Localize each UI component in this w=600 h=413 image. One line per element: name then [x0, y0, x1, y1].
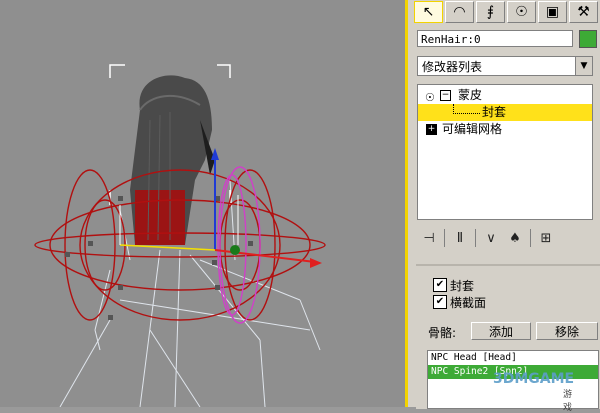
object-color-swatch[interactable] — [579, 30, 597, 48]
toolbar-separator — [475, 229, 476, 247]
cursor-arrow-icon: ↖ — [422, 4, 435, 20]
display-monitor-icon: ▣ — [545, 4, 560, 20]
motion-wheel-icon: ☉ — [515, 4, 528, 20]
bones-label: 骨骼: — [428, 326, 457, 340]
command-panel: ↖ ◠ ⨎ ☉ ▣ ⚒ RenHair:0 修改器列表 ▼ ☉ − 蒙皮 封套 … — [408, 0, 600, 409]
cross-section-checkbox[interactable]: ✔ — [433, 295, 447, 309]
tab-motion[interactable]: ☉ — [507, 1, 536, 23]
tab-utilities[interactable]: ⚒ — [569, 1, 598, 23]
skeleton-bones — [59, 179, 321, 407]
watermark-text: 3DMGAME — [493, 371, 575, 387]
tree-connector — [453, 104, 480, 114]
cross-section-checkbox-label: 横截面 — [450, 296, 487, 310]
watermark-logo: 3DMGAME 游戏 — [493, 371, 575, 413]
tab-hierarchy[interactable]: ⨎ — [476, 1, 505, 23]
tab-modify[interactable]: ◠ — [445, 1, 474, 23]
configure-sets-icon: ⊞ — [540, 230, 552, 246]
stack-item-label: 封套 — [482, 105, 507, 119]
stack-item-editable-mesh[interactable]: + 可编辑网格 — [418, 121, 592, 138]
hierarchy-icon: ⨎ — [486, 4, 495, 20]
add-bone-button[interactable]: 添加 — [471, 322, 531, 340]
chevron-down-icon[interactable]: ▼ — [575, 57, 592, 75]
configure-sets-button[interactable]: ⊞ — [534, 228, 558, 248]
modifier-list-dropdown[interactable]: 修改器列表 ▼ — [417, 56, 593, 76]
stack-item-skin[interactable]: ☉ − 蒙皮 — [418, 87, 592, 104]
pin-stack-button[interactable]: ⊣ — [417, 228, 441, 248]
watermark-sub: 游戏 — [563, 390, 573, 413]
tab-display[interactable]: ▣ — [538, 1, 567, 23]
show-result-icon: Ⅱ — [456, 230, 464, 246]
hair-mesh — [130, 75, 215, 245]
viewport-perspective[interactable] — [0, 0, 405, 407]
bone-list-item[interactable]: NPC Head [Head] — [428, 351, 598, 365]
stack-item-envelope[interactable]: 封套 — [418, 104, 592, 121]
make-unique-icon: ∨ — [486, 230, 496, 246]
tab-create[interactable]: ↖ — [414, 1, 443, 23]
expand-icon[interactable]: + — [426, 124, 437, 135]
show-end-result-button[interactable]: Ⅱ — [448, 228, 472, 248]
stack-item-label: 蒙皮 — [458, 88, 483, 102]
trash-icon: ♠ — [509, 230, 521, 246]
toolbar-separator — [444, 229, 445, 247]
viewport-scene — [34, 64, 326, 407]
collapse-icon[interactable]: − — [440, 90, 451, 101]
command-panel-tabs: ↖ ◠ ⨎ ☉ ▣ ⚒ — [414, 1, 600, 25]
make-unique-button[interactable]: ∨ — [479, 228, 503, 248]
toolbar-separator — [530, 229, 531, 247]
pin-icon: ⊣ — [423, 230, 435, 246]
remove-modifier-button[interactable]: ♠ — [503, 228, 527, 248]
stack-toolbar: ⊣ Ⅱ ∨ ♠ ⊞ — [417, 226, 597, 250]
modifier-list-label: 修改器列表 — [422, 60, 483, 74]
envelope-checkbox-label: 封套 — [450, 279, 475, 293]
remove-bone-button[interactable]: 移除 — [536, 322, 598, 340]
object-name-field[interactable]: RenHair:0 — [417, 30, 573, 47]
hammer-icon: ⚒ — [577, 4, 590, 20]
envelope-checkbox[interactable]: ✔ — [433, 278, 447, 292]
modifier-stack[interactable]: ☉ − 蒙皮 封套 + 可编辑网格 — [417, 84, 593, 220]
stack-item-label: 可编辑网格 — [442, 122, 503, 136]
modify-arc-icon: ◠ — [453, 4, 466, 20]
